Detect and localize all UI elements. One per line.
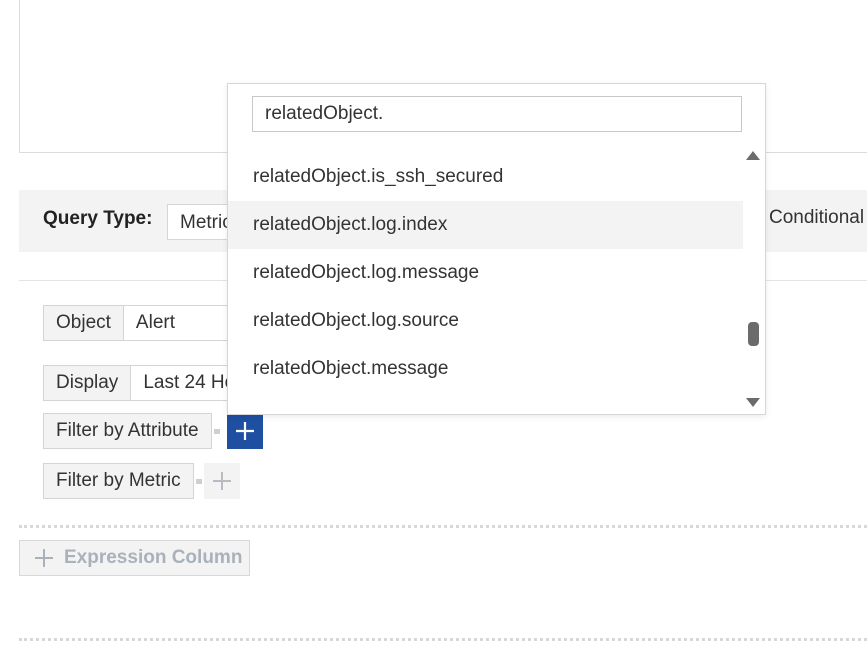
- dropdown-item[interactable]: relatedObject.log.message: [228, 249, 743, 297]
- dotted-divider: [19, 638, 867, 641]
- add-attribute-filter-button[interactable]: [227, 413, 263, 449]
- dropdown-item[interactable]: relatedObject.message: [228, 345, 743, 393]
- dropdown-item-highlighted[interactable]: relatedObject.log.index: [228, 201, 743, 249]
- add-metric-filter-button[interactable]: [204, 463, 240, 499]
- filter-by-metric-tag: Filter by Metric: [43, 463, 194, 499]
- add-expression-column-button[interactable]: Expression Column: [19, 540, 250, 576]
- filter-attribute-row: Filter by Attribute: [43, 413, 220, 449]
- query-type-label: Query Type:: [43, 208, 153, 229]
- query-type-conditional-option[interactable]: Conditional: [769, 207, 864, 229]
- connector-dot: [195, 478, 202, 484]
- scroll-up-arrow-icon[interactable]: [746, 151, 760, 160]
- dotted-divider: [19, 525, 867, 528]
- expression-column-label: Expression Column: [64, 547, 243, 568]
- object-tag: Object: [43, 305, 124, 341]
- plus-icon: [236, 422, 254, 440]
- filter-metric-row: Filter by Metric: [43, 463, 202, 499]
- dropdown-search-input[interactable]: [252, 96, 742, 132]
- dropdown-item[interactable]: relatedObject.is_ssh_secured: [228, 153, 743, 201]
- filter-by-attribute-tag: Filter by Attribute: [43, 413, 212, 449]
- connector-dot: [213, 428, 220, 434]
- scroll-down-arrow-icon[interactable]: [746, 398, 760, 407]
- plus-icon: [213, 472, 231, 490]
- dropdown-list: relatedObject.is_login_banner_enabled re…: [228, 120, 743, 414]
- scrollbar-thumb[interactable]: [748, 322, 759, 346]
- plus-icon: [35, 549, 53, 567]
- attribute-dropdown: relatedObject.is_login_banner_enabled re…: [227, 83, 766, 415]
- display-tag: Display: [43, 365, 132, 401]
- dropdown-item[interactable]: relatedObject.log.source: [228, 297, 743, 345]
